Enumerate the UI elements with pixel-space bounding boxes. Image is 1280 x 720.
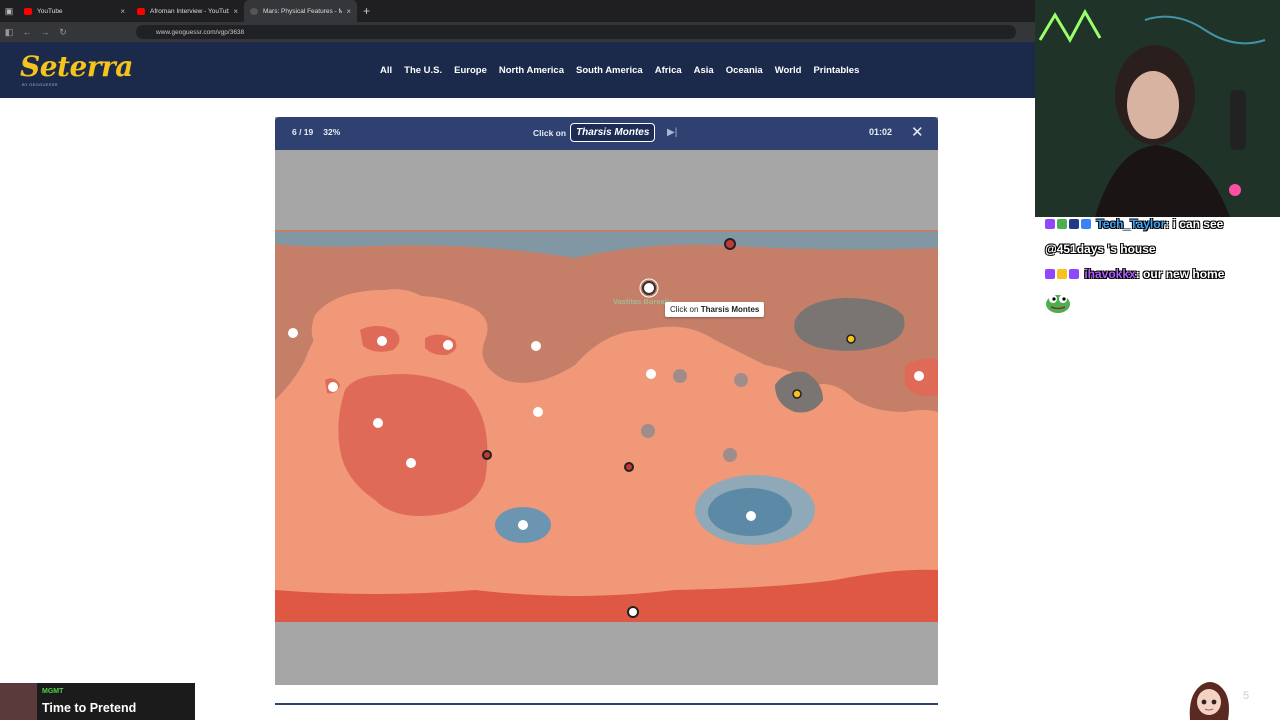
streamer-avatar [1189, 682, 1229, 720]
browser-tab-bar: ▣ YouTube × Afroman Interview - YouTube … [0, 0, 1035, 22]
logo-subtitle: BY GEOGUESSR [22, 82, 58, 87]
nav-the-us[interactable]: The U.S. [404, 65, 442, 76]
timer: 01:02 [869, 127, 893, 137]
stream-chat: Tech_Taylor: i can see @451days 's house… [1035, 217, 1280, 327]
chat-message-continued: @451days 's house [1045, 242, 1156, 256]
tab-title: Afroman Interview - YouTube [150, 7, 230, 15]
webcam-overlay [1035, 0, 1280, 217]
pepe-emote-icon [1046, 295, 1070, 313]
nav-printables[interactable]: Printables [813, 65, 859, 76]
nav-europe[interactable]: Europe [454, 65, 487, 76]
nav-africa[interactable]: Africa [655, 65, 682, 76]
quiz-game-panel: 6 / 19 32% Click on Tharsis Montes ▶| 01:… [275, 117, 938, 685]
badge-icon [1057, 219, 1067, 229]
new-tab-button[interactable]: + [363, 4, 370, 18]
skip-icon[interactable]: ▶| [667, 127, 677, 138]
track-artist: MGMT [42, 688, 64, 695]
badge-icon [1045, 269, 1055, 279]
tooltip-prefix: Click on [670, 305, 699, 314]
forward-arrow-icon[interactable]: → [36, 27, 54, 37]
track-title: Time to Pretend [42, 701, 137, 715]
url-field[interactable]: www.geoguessr.com/vgp/3638 [136, 25, 1016, 39]
chat-message: ihavokkx: our new home [1045, 267, 1224, 281]
reload-icon[interactable]: ↻ [54, 27, 72, 38]
close-icon[interactable]: ✕ [911, 123, 924, 141]
back-arrow-icon[interactable]: ← [18, 27, 36, 37]
nav-all[interactable]: All [380, 65, 392, 76]
nav-south-america[interactable]: South America [576, 65, 643, 76]
target-name: Tharsis Montes [570, 123, 656, 142]
site-header: Seterra BY GEOGUESSR All The U.S. Europe… [0, 42, 1035, 98]
nav-north-america[interactable]: North America [499, 65, 564, 76]
tooltip-target: Tharsis Montes [700, 305, 760, 314]
seterra-icon [250, 7, 258, 15]
url-text: www.geoguessr.com/vgp/3638 [156, 28, 245, 36]
close-tab-icon[interactable]: × [233, 7, 238, 16]
chat-text: @451days 's house [1045, 242, 1156, 256]
badge-icon [1069, 219, 1079, 229]
nav-asia[interactable]: Asia [694, 65, 714, 76]
window-menu-icon[interactable]: ▣ [0, 0, 18, 22]
chat-username: Tech_Taylor [1096, 217, 1166, 231]
chat-text: : i can see [1165, 217, 1224, 231]
prompt-label: Click on [533, 127, 567, 138]
main-nav: All The U.S. Europe North America South … [380, 42, 859, 98]
album-art [0, 683, 37, 720]
tab-title: YouTube [37, 7, 63, 15]
score-percent: 32% [323, 127, 341, 137]
youtube-icon [137, 7, 145, 15]
question-count: 6 / 19 [292, 127, 314, 137]
seterra-logo[interactable]: Seterra [20, 50, 133, 83]
badge-icon [1081, 219, 1091, 229]
tab-afroman[interactable]: Afroman Interview - YouTube × [131, 0, 244, 22]
screen: ▣ YouTube × Afroman Interview - YouTube … [0, 0, 1280, 720]
badge-icon [1057, 269, 1067, 279]
badge-icon [1069, 269, 1079, 279]
chat-username: ihavokkx [1084, 267, 1136, 281]
youtube-icon [24, 7, 32, 15]
now-playing-widget: MGMT Time to Pretend [0, 683, 195, 720]
address-bar: ◧ ← → ↻ www.geoguessr.com/vgp/3638 [0, 22, 1035, 42]
panel-bottom-border [275, 703, 938, 705]
question-prompt: Click on Tharsis Montes [533, 123, 656, 142]
nav-world[interactable]: World [775, 65, 802, 76]
mars-map[interactable] [275, 150, 938, 685]
cursor-tooltip: Click on Tharsis Montes [665, 302, 765, 317]
tab-youtube[interactable]: YouTube × [18, 0, 131, 22]
game-bar: 6 / 19 32% Click on Tharsis Montes ▶| 01:… [275, 117, 938, 150]
progress-counter: 6 / 19 32% [292, 127, 340, 137]
tab-mars-seterra[interactable]: Mars: Physical Features - M × [244, 0, 357, 22]
chat-message: Tech_Taylor: i can see [1045, 217, 1223, 231]
streamer-webcam-image [1035, 0, 1280, 217]
close-tab-icon[interactable]: × [346, 7, 351, 16]
tab-title: Mars: Physical Features - M [263, 7, 343, 15]
viewer-count: 5 [1243, 690, 1250, 702]
sidebar-toggle-icon[interactable]: ◧ [0, 27, 18, 38]
close-tab-icon[interactable]: × [120, 7, 125, 16]
chat-text: : our new home [1135, 267, 1225, 281]
badge-icon [1045, 219, 1055, 229]
nav-oceania[interactable]: Oceania [726, 65, 763, 76]
